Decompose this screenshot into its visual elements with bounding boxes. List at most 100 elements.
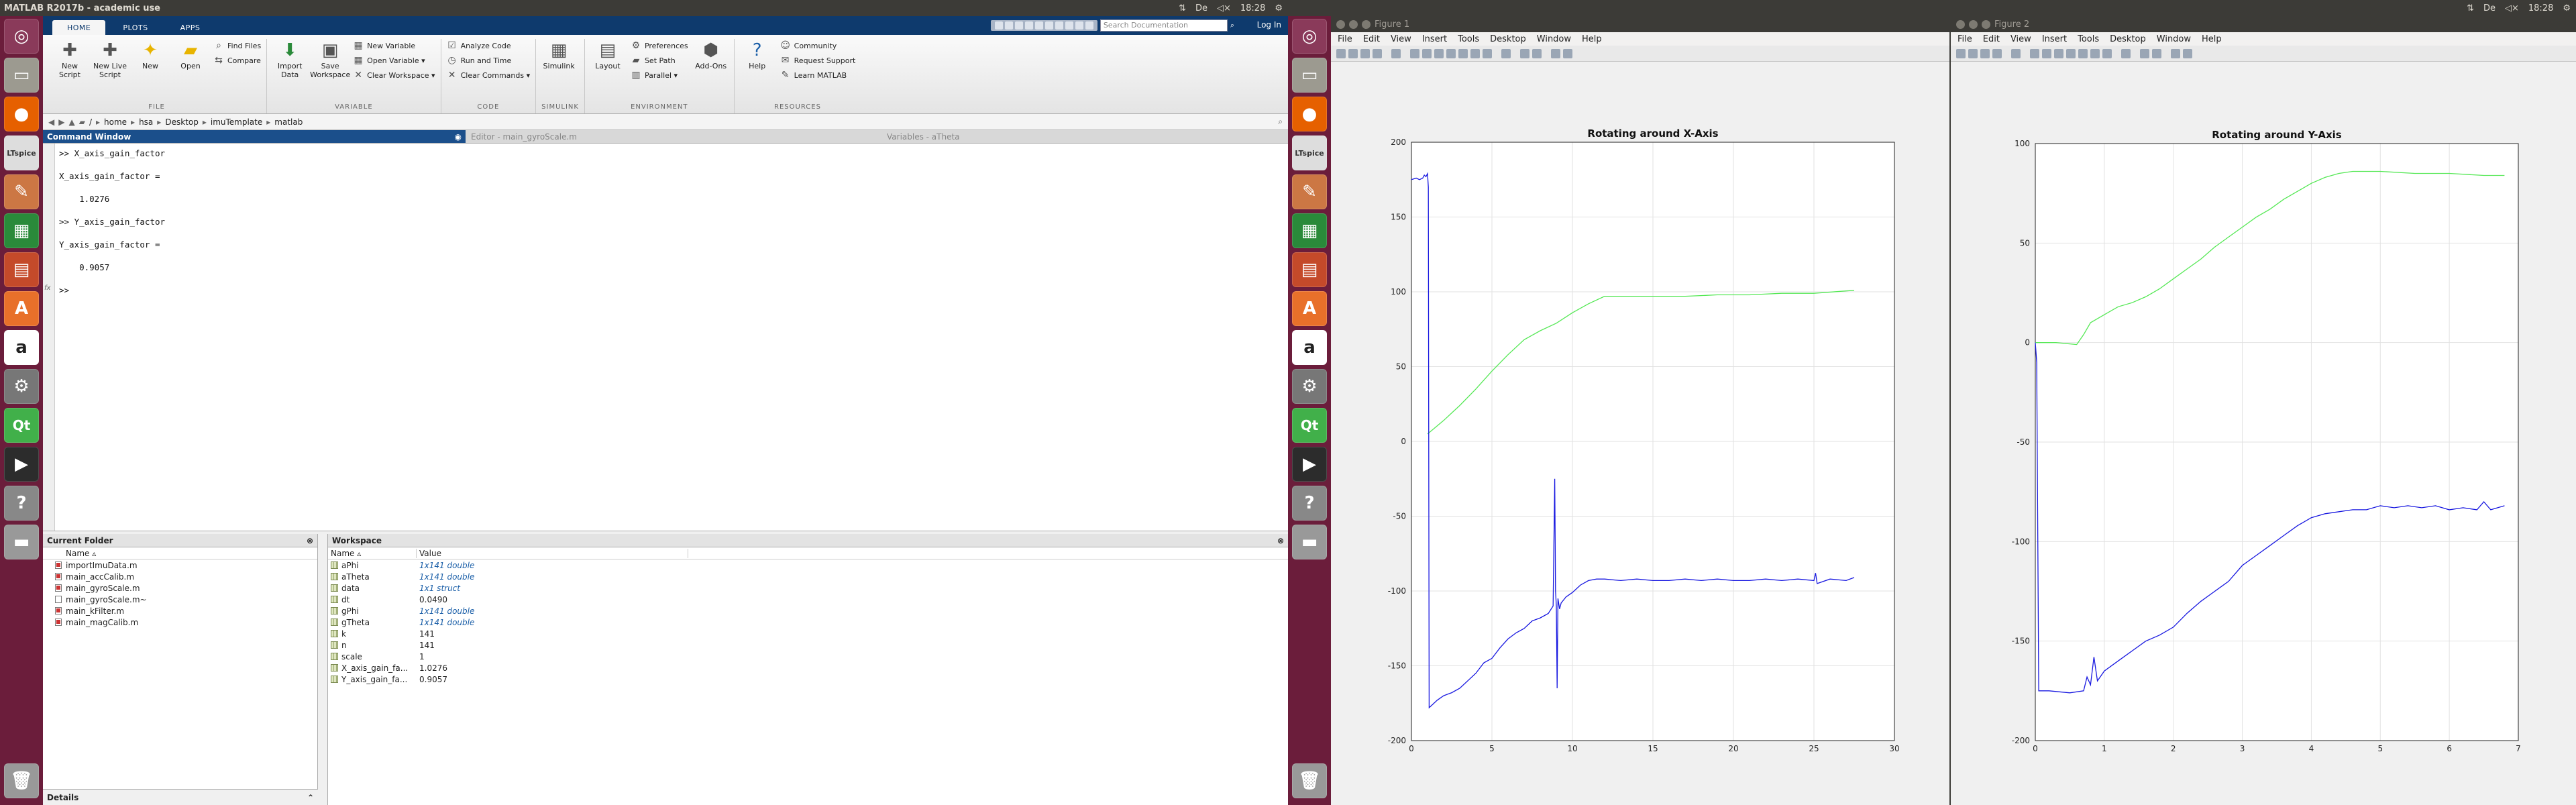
workspace-row[interactable]: Y_axis_gain_fa... 0.9057 <box>328 674 1288 685</box>
workspace-row[interactable]: k 141 <box>328 628 1288 639</box>
gear-icon[interactable]: ⚙ <box>1275 3 1283 13</box>
file-item[interactable]: main_magCalib.m <box>43 616 317 628</box>
spreadsheet-icon[interactable]: ▦ <box>4 213 39 248</box>
figure-toolbar[interactable] <box>1331 46 1949 62</box>
tools-icon[interactable]: ✎ <box>4 174 39 209</box>
close-icon[interactable] <box>1336 19 1345 29</box>
menu-desktop[interactable]: Desktop <box>1490 34 1526 44</box>
find-files-button[interactable]: ⌕ Find Files <box>213 40 261 51</box>
quick-access-toolbar[interactable] <box>990 20 1097 31</box>
clock[interactable]: 18:28 <box>1240 3 1265 13</box>
menu-view[interactable]: View <box>1391 34 1411 44</box>
presentation-icon[interactable]: ▤ <box>4 252 39 287</box>
qt-creator-icon[interactable]: Qt <box>4 408 39 443</box>
workspace-row[interactable]: data 1x1 struct <box>328 582 1288 594</box>
new-live-script-button[interactable]: ✚ New Live Script <box>93 39 127 102</box>
terminal-icon[interactable]: ▶ <box>4 447 39 482</box>
add-ons-button[interactable]: ⬢ Add-Ons <box>694 39 729 102</box>
close-icon[interactable]: ⊗ <box>1277 536 1284 545</box>
path-segment[interactable]: / <box>89 117 92 127</box>
dash-icon[interactable]: ◎ <box>4 19 39 54</box>
minimize-icon[interactable] <box>1349 19 1358 29</box>
new-button[interactable]: ✦ New <box>133 39 168 102</box>
spreadsheet-icon[interactable]: ▦ <box>1292 213 1327 248</box>
keyboard-layout-icon[interactable]: De <box>2483 3 2496 13</box>
clock[interactable]: 18:28 <box>2528 3 2553 13</box>
community-button[interactable]: ☺ Community <box>780 40 856 51</box>
options-icon[interactable]: ◉ <box>455 132 462 142</box>
chevron-up-icon[interactable]: ⌃ <box>307 793 314 802</box>
network-icon[interactable]: ⇅ <box>2467 3 2474 13</box>
tab-variables[interactable]: Variables - aTheta <box>881 132 960 142</box>
open-button[interactable]: ▰ Open <box>173 39 208 102</box>
maximize-icon[interactable] <box>1982 19 1990 29</box>
workspace-row[interactable]: n 141 <box>328 639 1288 651</box>
analyze-code-button[interactable]: ☑ Analyze Code <box>447 40 531 51</box>
simulink-button[interactable]: ▦ Simulink <box>541 39 576 102</box>
settings-icon[interactable]: ⚙ <box>1292 369 1327 404</box>
clear-commands-button[interactable]: ✕ Clear Commands ▾ <box>447 70 530 80</box>
plot-y-axis[interactable]: 0 1 2 3 4 5 6 7 -200 -150 -100 -50 0 50 100 Rotating ar… <box>1951 62 2576 759</box>
ltspice-icon[interactable]: LTspice <box>4 136 39 170</box>
menu-tools[interactable]: Tools <box>2078 34 2099 44</box>
new-variable-button[interactable]: ▦ New Variable <box>353 40 435 51</box>
menu-edit[interactable]: Edit <box>1983 34 2000 44</box>
keyboard-layout-icon[interactable]: De <box>1195 3 1208 13</box>
tools-icon[interactable]: ✎ <box>1292 174 1327 209</box>
menu-desktop[interactable]: Desktop <box>2110 34 2146 44</box>
path-segment[interactable]: hsa <box>139 117 153 127</box>
variable-value[interactable]: 1x141 double <box>417 572 474 582</box>
terminal-icon[interactable]: ▶ <box>1292 447 1327 482</box>
file-item[interactable]: main_kFilter.m <box>43 605 317 616</box>
firefox-icon[interactable]: ● <box>4 97 39 131</box>
amazon-icon[interactable]: a <box>4 330 39 365</box>
run-and-time-button[interactable]: ◷ Run and Time <box>447 55 531 66</box>
files-icon[interactable]: ▭ <box>1292 58 1327 93</box>
menu-tools[interactable]: Tools <box>1458 34 1479 44</box>
variable-value[interactable]: 1x141 double <box>417 606 474 616</box>
workspace-row[interactable]: X_axis_gain_fa... 1.0276 <box>328 662 1288 674</box>
file-item[interactable]: main_gyroScale.m <box>43 582 317 594</box>
variable-value[interactable]: 1x1 struct <box>417 584 460 593</box>
workspace-row[interactable]: aTheta 1x141 double <box>328 571 1288 582</box>
variable-value[interactable]: 1x141 double <box>417 561 474 570</box>
presentation-icon[interactable]: ▤ <box>1292 252 1327 287</box>
browse-folder-icon[interactable]: ▰ <box>79 117 85 127</box>
layout-button[interactable]: ▤ Layout <box>590 39 625 102</box>
software-center-icon[interactable]: A <box>4 291 39 326</box>
amazon-icon[interactable]: a <box>1292 330 1327 365</box>
up-folder-icon[interactable]: ▲ <box>68 117 74 127</box>
column-header-name[interactable]: Name ▵ <box>328 548 417 558</box>
help-icon[interactable]: ? <box>4 486 39 521</box>
request-support-button[interactable]: ✉ Request Support <box>780 55 856 66</box>
network-icon[interactable]: ⇅ <box>1179 3 1186 13</box>
column-header-value[interactable]: Value <box>417 548 688 558</box>
files-icon[interactable]: ▭ <box>4 58 39 93</box>
login-button[interactable]: Log In <box>1257 20 1281 30</box>
drive-icon[interactable]: ▬ <box>1292 525 1327 559</box>
file-item[interactable]: main_gyroScale.m~ <box>43 594 317 605</box>
workspace-row[interactable]: aPhi 1x141 double <box>328 559 1288 571</box>
learn-matlab-button[interactable]: ✎ Learn MATLAB <box>780 70 856 80</box>
fx-icon[interactable]: fx <box>44 284 50 292</box>
parallel-button[interactable]: ▥ Parallel ▾ <box>631 70 688 80</box>
close-icon[interactable]: ⊗ <box>307 536 313 545</box>
workspace-row[interactable]: scale 1 <box>328 651 1288 662</box>
help-button[interactable]: ? Help <box>740 39 775 102</box>
forward-icon[interactable]: ▶ <box>58 117 64 127</box>
system-tray-right[interactable]: ⇅ De ◁× 18:28 ⚙ <box>2467 3 2576 13</box>
preferences-button[interactable]: ⚙ Preferences <box>631 40 688 51</box>
menu-window[interactable]: Window <box>2157 34 2191 44</box>
tab-home[interactable]: HOME <box>52 20 106 35</box>
clear-workspace-button[interactable]: ✕ Clear Workspace ▾ <box>353 70 435 80</box>
help-icon[interactable]: ? <box>1292 486 1327 521</box>
path-segment[interactable]: home <box>104 117 127 127</box>
tab-editor[interactable]: Editor - main_gyroScale.m <box>466 132 881 142</box>
file-item[interactable]: main_accCalib.m <box>43 571 317 582</box>
volume-icon[interactable]: ◁× <box>1217 3 1231 13</box>
menu-file[interactable]: File <box>1957 34 1972 44</box>
software-center-icon[interactable]: A <box>1292 291 1327 326</box>
path-segment[interactable]: imuTemplate <box>211 117 262 127</box>
new-script-button[interactable]: ✚ New Script <box>52 39 87 102</box>
tab-apps[interactable]: APPS <box>166 20 215 35</box>
